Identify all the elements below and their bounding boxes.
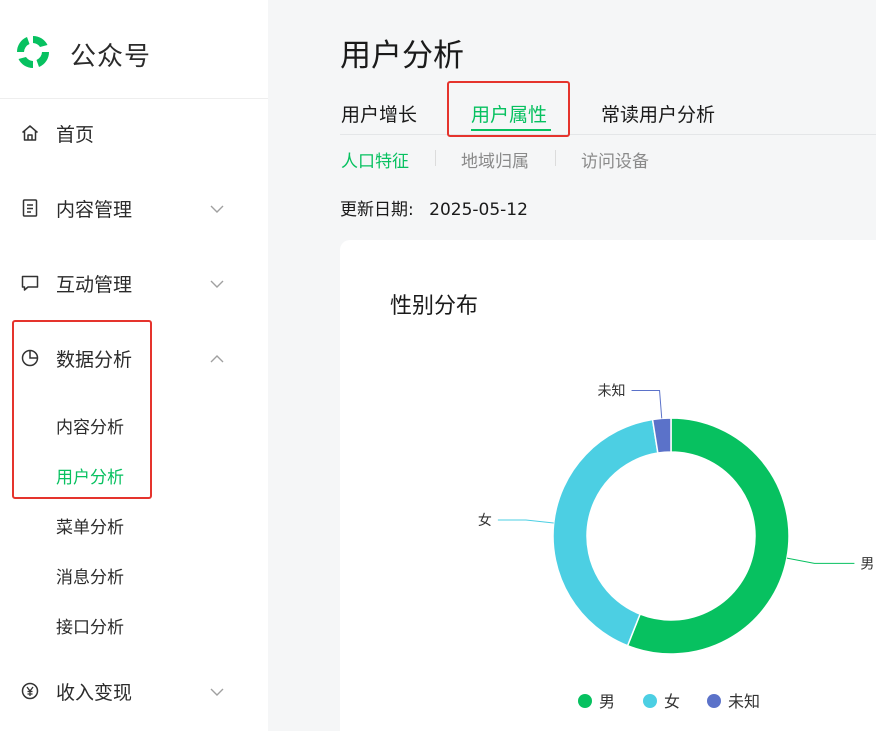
donut-slice-female[interactable] (552, 418, 659, 647)
legend-dot-male[interactable] (578, 694, 592, 708)
sidebar-subitem-label: 用户分析 (56, 468, 124, 488)
update-date-label: 更新日期: (340, 200, 414, 220)
sidebar-item-label: 互动管理 (56, 274, 133, 296)
sidebar-divider (0, 98, 268, 99)
chat-icon (21, 275, 39, 291)
sidebar-subitem-label: 菜单分析 (56, 518, 124, 538)
active-tab-indicator (471, 129, 551, 131)
chevron-down-icon (210, 280, 224, 288)
sidebar-item-content-management[interactable]: 内容管理 (0, 186, 268, 230)
chevron-up-icon (210, 355, 224, 363)
update-date-value: 2025-05-12 (429, 200, 528, 220)
sidebar-item-label: 数据分析 (56, 349, 133, 371)
yen-icon (21, 682, 39, 700)
legend-dot-female[interactable] (643, 694, 657, 708)
sidebar-subitem-label: 内容分析 (56, 418, 124, 438)
donut-label-male: 男 (860, 556, 874, 572)
legend-label-female[interactable]: 女 (664, 692, 680, 711)
tab-user-growth[interactable]: 用户增长 (341, 100, 417, 127)
chevron-down-icon (210, 688, 224, 696)
sidebar-subitem-label: 接口分析 (56, 618, 124, 638)
donut-label-unknown: 未知 (598, 382, 626, 399)
gender-donut-chart: 男女未知男女未知 (478, 382, 875, 711)
legend-dot-unknown[interactable] (707, 694, 721, 708)
gender-distribution-card: 性别分布 男女未知男女未知 (340, 240, 876, 731)
sidebar-subitem-content-analysis[interactable]: 内容分析 (0, 406, 268, 442)
sidebar-subitem-menu-analysis[interactable]: 菜单分析 (0, 506, 268, 542)
page-title: 用户分析 (340, 38, 464, 74)
subtab-separator (435, 150, 436, 166)
sidebar-item-label: 首页 (56, 124, 95, 146)
sidebar-subitem-message-analysis[interactable]: 消息分析 (0, 556, 268, 592)
subtab-device[interactable]: 访问设备 (581, 147, 649, 172)
sidebar-item-data-analysis[interactable]: 数据分析 (0, 336, 268, 380)
donut-leader-line-male (786, 557, 855, 564)
update-date: 更新日期: 2025-05-12 (340, 195, 528, 220)
pie-chart-icon (21, 349, 39, 367)
sidebar-item-label: 内容管理 (56, 199, 133, 221)
tab-user-attributes[interactable]: 用户属性 (471, 100, 547, 127)
subtab-separator (555, 150, 556, 166)
tab-frequent-readers[interactable]: 常读用户分析 (601, 100, 715, 127)
subtab-region[interactable]: 地域归属 (461, 147, 529, 172)
donut-label-female: 女 (478, 512, 492, 529)
subtab-demographics[interactable]: 人口特征 (341, 147, 409, 172)
tabs-divider (340, 134, 876, 135)
legend-label-unknown[interactable]: 未知 (728, 692, 760, 711)
sidebar-subitem-api-analysis[interactable]: 接口分析 (0, 606, 268, 642)
document-icon (22, 199, 38, 217)
sidebar-item-monetization[interactable]: 收入变现 (0, 669, 268, 713)
donut-leader-line-female (497, 519, 554, 524)
chevron-down-icon (210, 205, 224, 213)
home-icon (22, 125, 38, 141)
sidebar: 公众号 首页 内容管理 互动管理 数据分析 内容分析 用户分析 菜单分析 消息分… (0, 0, 268, 731)
logo-icon (16, 35, 50, 69)
sidebar-subitem-label: 消息分析 (56, 568, 124, 588)
donut-leader-line-unknown (631, 389, 663, 419)
main-panel: 用户分析 用户增长 用户属性 常读用户分析 人口特征 地域归属 访问设备 更新日… (268, 0, 876, 731)
sidebar-item-home[interactable]: 首页 (0, 111, 268, 155)
legend-label-male[interactable]: 男 (599, 692, 615, 711)
brand-name: 公众号 (70, 42, 152, 72)
sidebar-item-interaction-management[interactable]: 互动管理 (0, 261, 268, 305)
sidebar-item-label: 收入变现 (56, 682, 133, 704)
sidebar-subitem-user-analysis[interactable]: 用户分析 (0, 456, 268, 492)
